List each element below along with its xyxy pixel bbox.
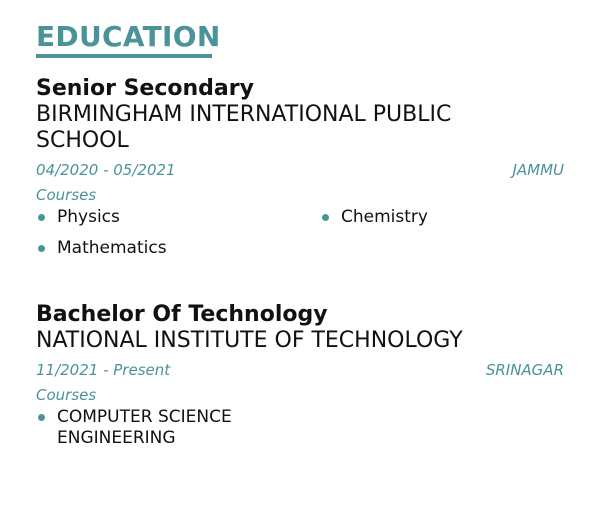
list-item: Mathematics — [36, 238, 320, 259]
list-item: Chemistry — [320, 207, 564, 228]
courses-label: Courses — [36, 186, 97, 204]
bullet-icon — [322, 214, 329, 221]
list-item: COMPUTER SCIENCE ENGINEERING — [36, 407, 320, 449]
course-name: COMPUTER SCIENCE ENGINEERING — [57, 407, 232, 448]
list-item: Physics — [36, 207, 320, 228]
degree-title: Bachelor Of Technology — [36, 302, 328, 327]
course-list: COMPUTER SCIENCE ENGINEERING — [36, 407, 564, 449]
bullet-icon — [38, 214, 45, 221]
section-underline — [36, 54, 212, 58]
course-name: Chemistry — [341, 207, 428, 227]
courses-label: Courses — [36, 386, 97, 404]
school-name: NATIONAL INSTITUTE OF TECHNOLOGY — [36, 328, 463, 353]
location: SRINAGAR — [485, 361, 564, 379]
education-entry: Senior Secondary BIRMINGHAM INTERNATIONA… — [36, 76, 564, 275]
meta-row: 11/2021 - Present SRINAGAR — [36, 360, 564, 380]
course-name: Physics — [57, 207, 120, 227]
location: JAMMU — [512, 161, 564, 179]
date-range: 04/2020 - 05/2021 — [36, 161, 176, 179]
date-range: 11/2021 - Present — [36, 361, 171, 379]
section-title: EDUCATION — [36, 20, 221, 53]
bullet-icon — [38, 414, 45, 421]
degree-title: Senior Secondary — [36, 76, 254, 101]
meta-row: 04/2020 - 05/2021 JAMMU — [36, 160, 564, 180]
education-entry: Bachelor Of Technology NATIONAL INSTITUT… — [36, 302, 564, 465]
course-name: Mathematics — [57, 238, 167, 258]
school-name: BIRMINGHAM INTERNATIONAL PUBLIC SCHOOL — [36, 102, 452, 153]
course-list: Physics Chemistry Mathematics — [36, 207, 564, 259]
bullet-icon — [38, 245, 45, 252]
